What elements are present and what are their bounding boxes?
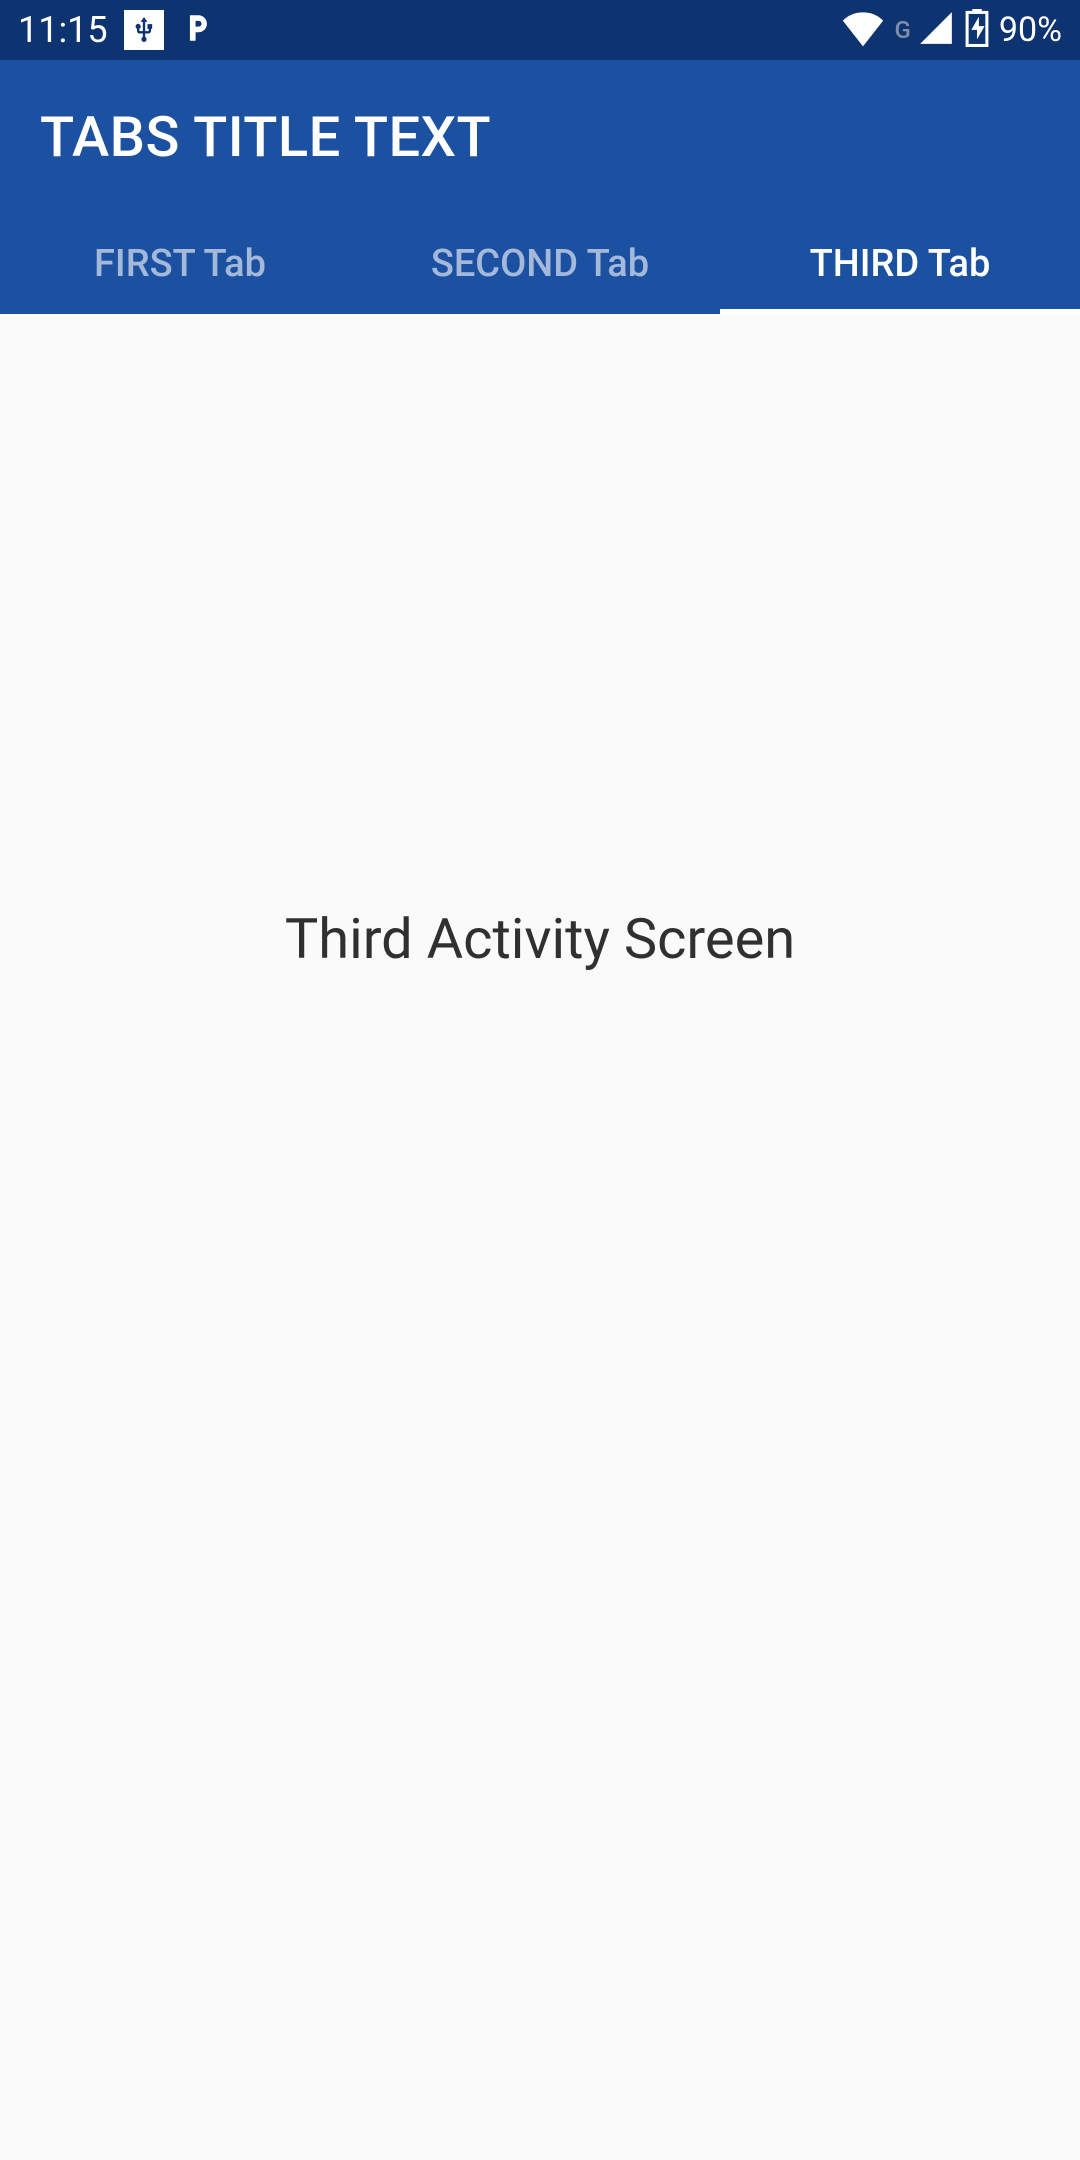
p-icon [180,9,214,51]
tab-first[interactable]: FIRST Tab [0,214,360,314]
network-type: G [895,16,911,44]
status-bar: 11:15 G [0,0,1080,60]
status-left-group: 11:15 [18,9,214,51]
usb-icon [124,10,164,50]
tab-label: SECOND Tab [431,242,649,286]
tab-label: THIRD Tab [810,242,991,286]
status-right-group: G 90% [841,9,1062,51]
page-title: TABS TITLE TEXT [40,104,491,170]
tab-second[interactable]: SECOND Tab [360,214,720,314]
battery-percent: 90% [999,10,1062,50]
tab-bar: FIRST Tab SECOND Tab THIRD Tab [0,214,1080,314]
wifi-icon [841,9,885,51]
content-heading: Third Activity Screen [285,906,795,972]
battery-charging-icon [965,9,989,51]
clock-time: 11:15 [18,9,108,51]
tab-label: FIRST Tab [94,242,266,286]
tab-third[interactable]: THIRD Tab [720,214,1080,314]
app-bar: TABS TITLE TEXT [0,60,1080,214]
cellular-signal-icon [917,9,955,51]
main-content: Third Activity Screen [0,314,1080,1564]
